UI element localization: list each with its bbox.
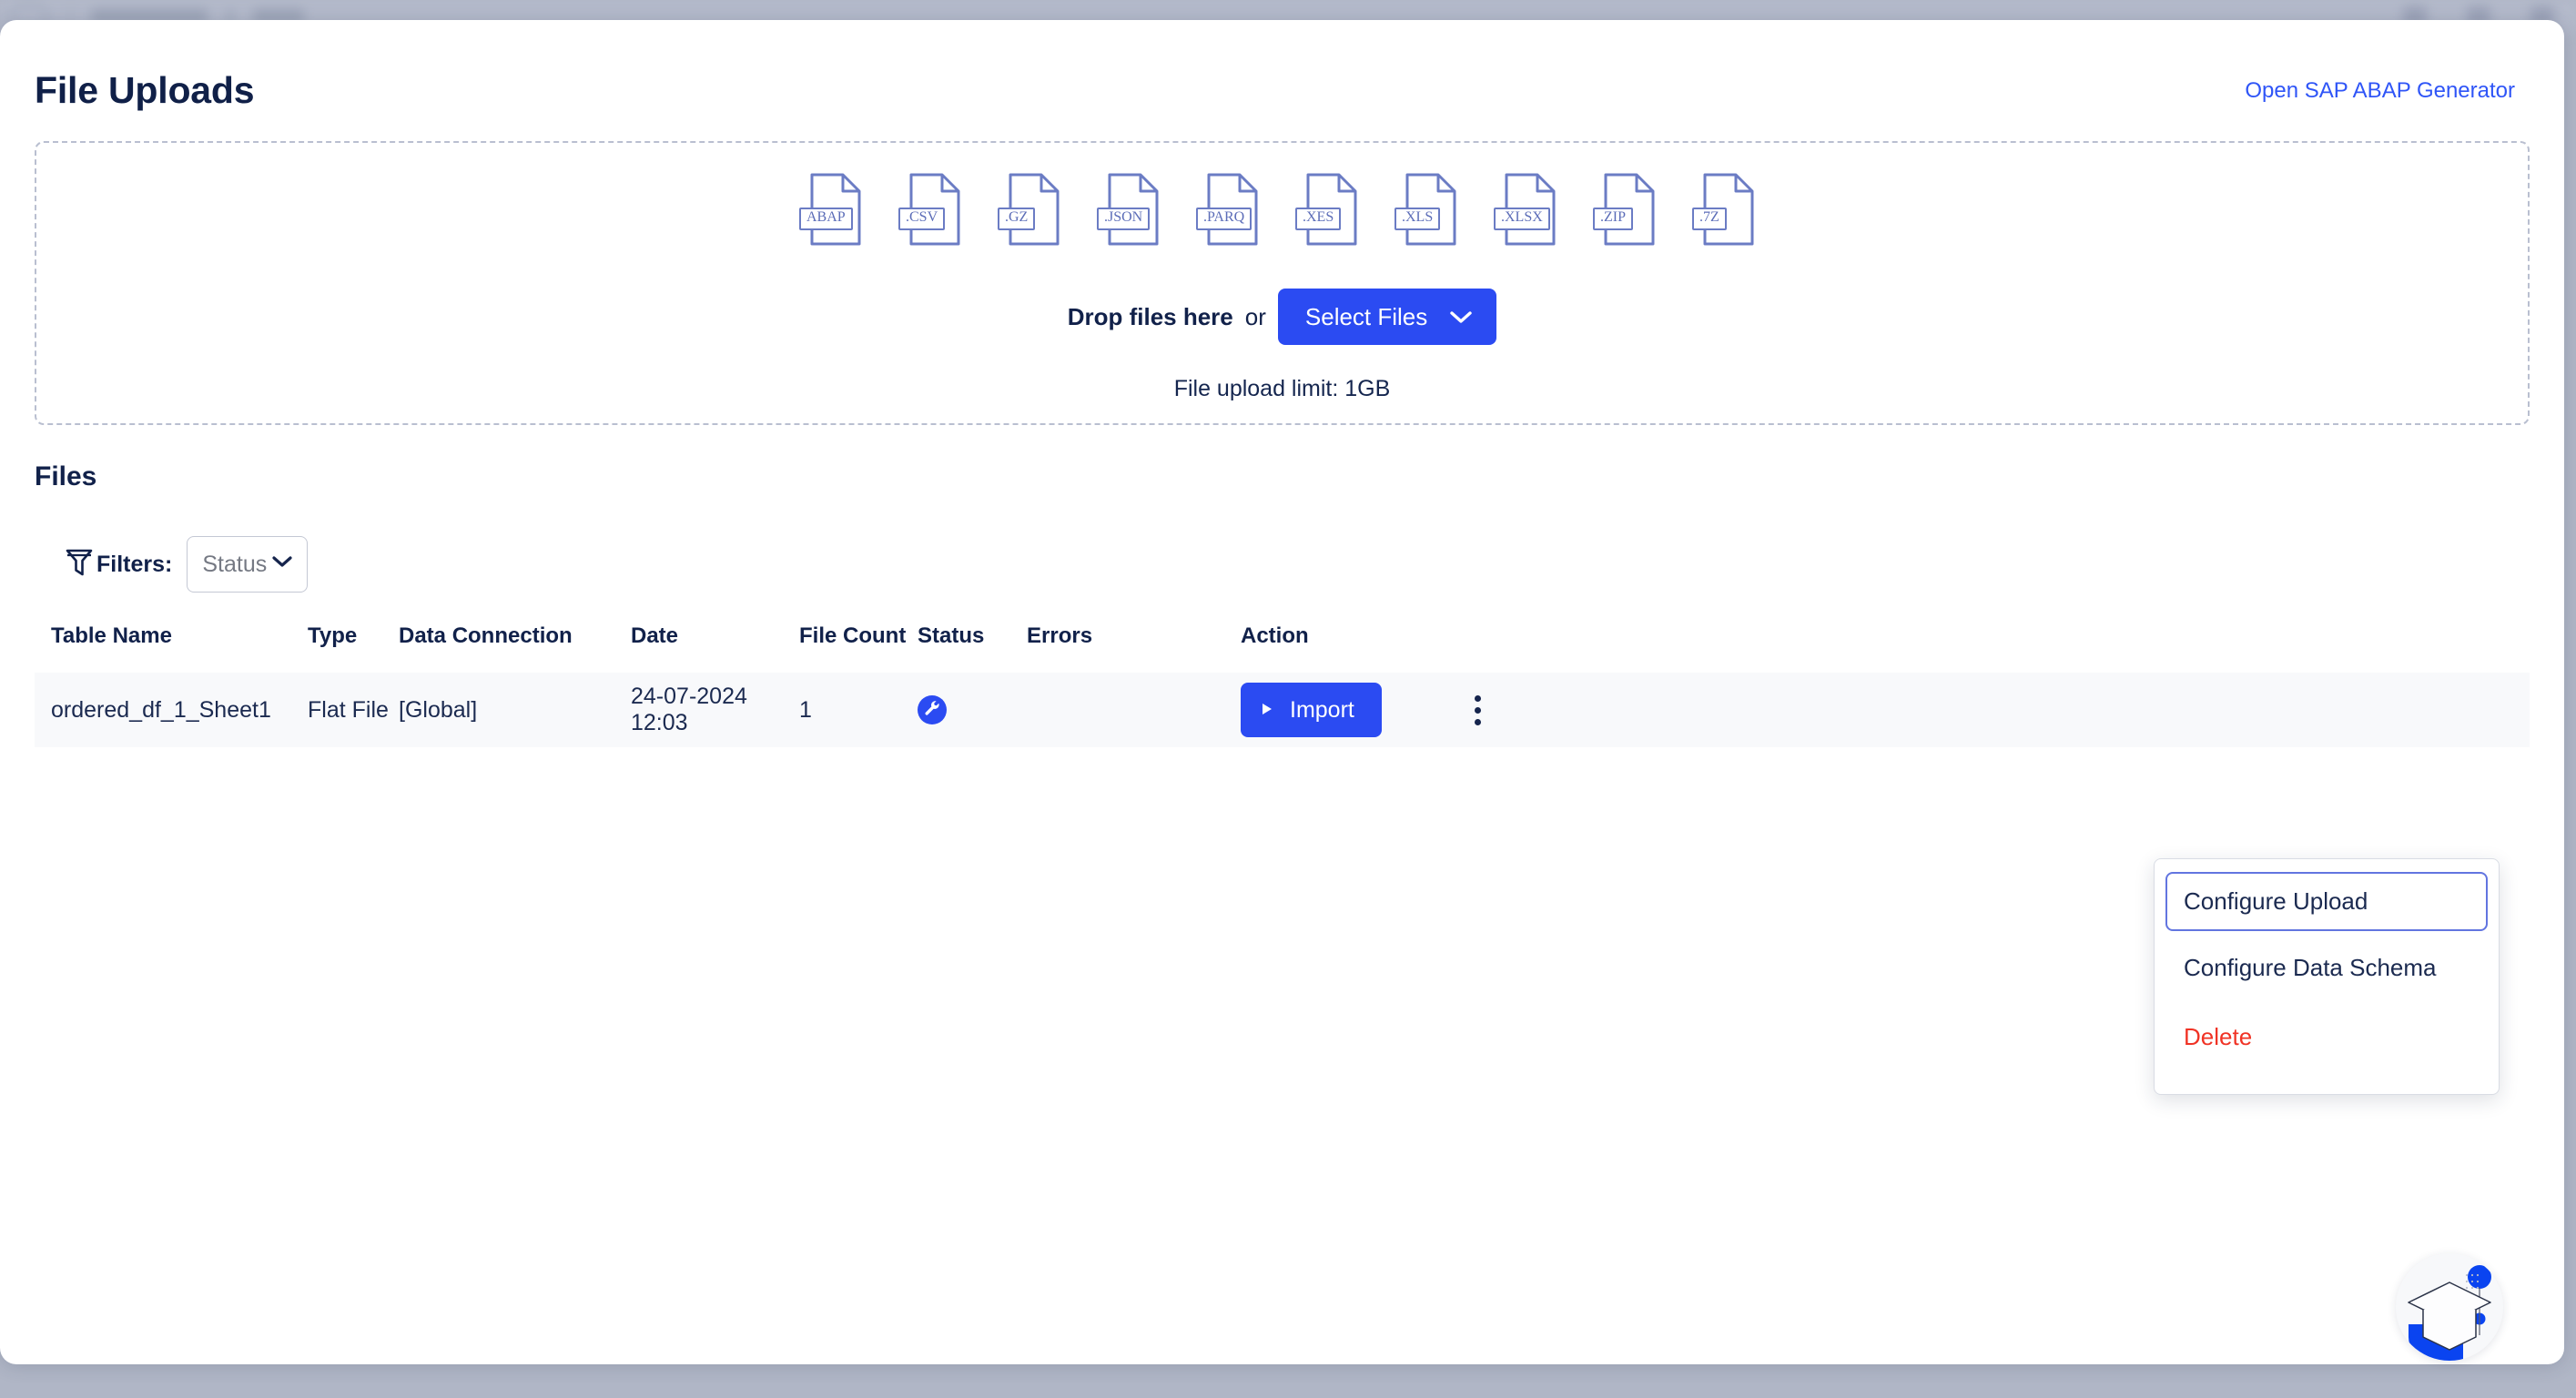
drop-files-here-text: Drop files here: [1067, 302, 1233, 330]
cell-status: [918, 673, 1027, 747]
column-header-date: Date: [631, 623, 679, 648]
column-header-data-connection: Data Connection: [399, 623, 573, 648]
file-parq-icon: .PARQ: [1196, 172, 1262, 247]
column-header-type: Type: [308, 623, 358, 648]
chevron-down-icon: [271, 555, 293, 573]
menu-item-configure-data-schema[interactable]: Configure Data Schema: [2165, 938, 2488, 998]
table-header-row: Table Name Type Data Connection Date Fil…: [35, 623, 2530, 673]
file-type-label: ABAP: [799, 208, 853, 230]
menu-item-delete[interactable]: Delete: [2165, 1008, 2488, 1067]
filter-funnel-icon: [66, 547, 93, 582]
status-filter-placeholder: Status: [202, 551, 268, 577]
file-xlsx-icon: .XLSX: [1494, 172, 1559, 247]
file-type-label: .ZIP: [1593, 208, 1633, 230]
help-widget-button[interactable]: [2396, 1253, 2503, 1361]
open-sap-abap-generator-link[interactable]: Open SAP ABAP Generator: [2245, 78, 2515, 104]
row-more-menu-button[interactable]: [1460, 688, 1496, 732]
upload-limit-text: File upload limit: 1GB: [1173, 376, 1391, 401]
kebab-dot: [1475, 706, 1482, 714]
file-csv-icon: .CSV: [898, 172, 964, 247]
cell-type: Flat File: [308, 696, 389, 723]
wrench-icon: [923, 697, 941, 724]
select-files-button[interactable]: Select Files: [1277, 289, 1497, 345]
cell-file-count: 1: [799, 696, 812, 723]
menu-item-configure-upload[interactable]: Configure Upload: [2165, 872, 2488, 931]
drop-or-text: or: [1244, 302, 1266, 330]
row-actions: Import: [1241, 683, 2530, 737]
kebab-dot: [1475, 718, 1482, 725]
file-type-label: .XLSX: [1494, 208, 1550, 230]
file-type-label: .XLS: [1394, 208, 1441, 230]
select-files-label: Select Files: [1304, 302, 1428, 330]
files-table: Table Name Type Data Connection Date Fil…: [35, 623, 2530, 747]
kebab-dot: [1475, 694, 1482, 702]
supported-file-types: ABAP .CSV .GZ .JSON .PARQ .XES .XLS .XLS…: [799, 172, 1758, 247]
play-icon: [1261, 697, 1273, 724]
status-filter-select[interactable]: Status: [187, 536, 309, 593]
column-header-file-count: File Count: [799, 623, 907, 648]
column-header-errors: Errors: [1027, 623, 1093, 648]
file-json-icon: .JSON: [1097, 172, 1162, 247]
file-type-label: .XES: [1295, 208, 1342, 230]
column-header-action: Action: [1241, 623, 1309, 648]
cell-errors: [1027, 673, 1241, 747]
file-type-label: .7Z: [1692, 208, 1727, 230]
file-abap-icon: ABAP: [799, 172, 865, 247]
filters-label: Filters:: [96, 551, 173, 577]
row-context-menu: Configure Upload Configure Data Schema D…: [2154, 858, 2500, 1095]
file-gz-icon: .GZ: [998, 172, 1063, 247]
file-zip-icon: .ZIP: [1593, 172, 1658, 247]
files-section-heading: Files: [35, 461, 97, 491]
files-table-body: ordered_df_1_Sheet1 Flat File [Global] 2…: [35, 673, 2530, 747]
filter-bar: Filters: Status: [66, 536, 2564, 593]
status-badge[interactable]: [918, 695, 947, 724]
cell-table-name: ordered_df_1_Sheet1: [51, 696, 271, 723]
file-dropzone[interactable]: ABAP .CSV .GZ .JSON .PARQ .XES .XLS .XLS…: [35, 141, 2530, 425]
cell-data-connection: [Global]: [399, 696, 478, 723]
column-header-table-name: Table Name: [51, 623, 172, 648]
import-label: Import: [1290, 696, 1354, 723]
file-uploads-panel: File Uploads Open SAP ABAP Generator ABA…: [0, 20, 2564, 1364]
page-title: File Uploads: [35, 69, 255, 111]
file-type-label: .GZ: [998, 208, 1036, 230]
chevron-down-icon: [1449, 303, 1473, 331]
file-type-label: .JSON: [1097, 208, 1151, 230]
file-type-label: .CSV: [898, 208, 946, 230]
file-type-label: .PARQ: [1196, 208, 1253, 230]
page-header: File Uploads Open SAP ABAP Generator: [0, 20, 2564, 112]
file-xes-icon: .XES: [1295, 172, 1361, 247]
file-7z-icon: .7Z: [1692, 172, 1758, 247]
column-header-status: Status: [918, 623, 985, 648]
files-table-head: Table Name Type Data Connection Date Fil…: [35, 623, 2530, 673]
cell-date: 24-07-2024 12:03: [631, 684, 747, 735]
drop-instruction-row: Drop files here or Select Files: [1068, 289, 1497, 345]
import-button[interactable]: Import: [1241, 683, 1382, 737]
cell-action: Import: [1241, 673, 2530, 747]
file-xls-icon: .XLS: [1394, 172, 1460, 247]
table-row[interactable]: ordered_df_1_Sheet1 Flat File [Global] 2…: [35, 673, 2530, 747]
